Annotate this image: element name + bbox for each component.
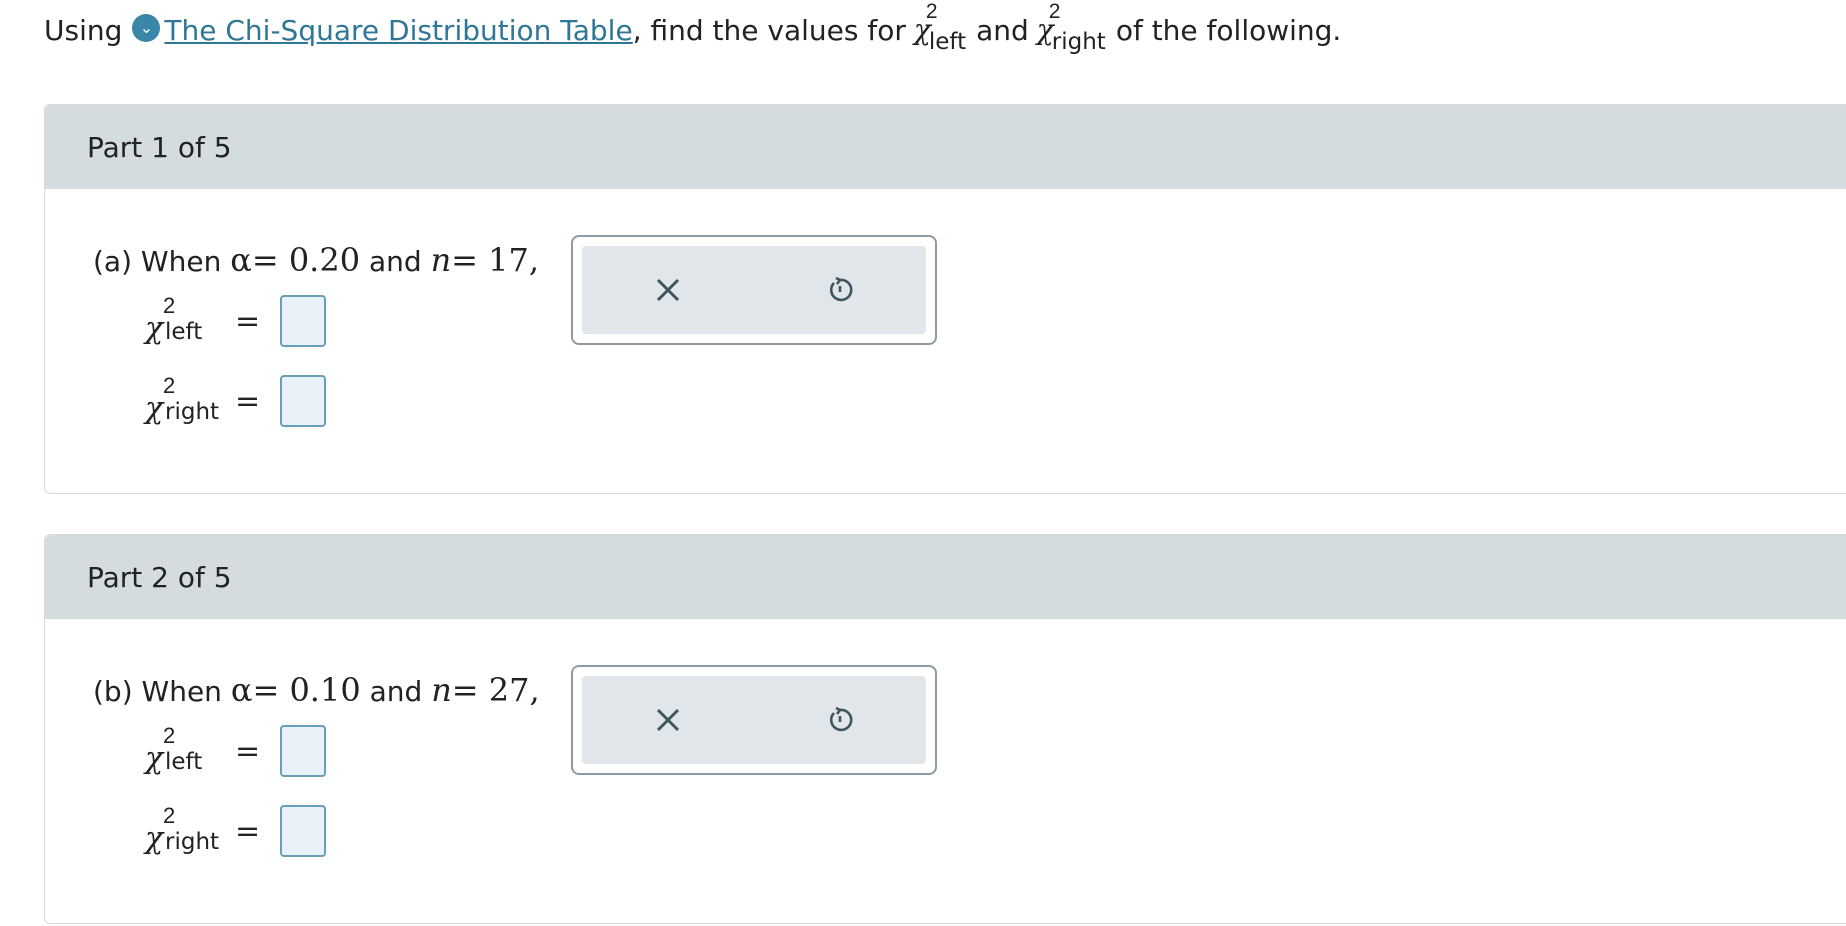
equals-sign: = xyxy=(235,733,261,769)
chi-right-symbol: χ 2 right xyxy=(1036,0,1106,55)
equals-sign: = xyxy=(235,303,261,339)
part-2-question: (b) When α= 0.10 and n= 27, xyxy=(93,671,540,709)
undo-icon xyxy=(829,276,853,302)
part-1-header: Part 1 of 5 xyxy=(45,105,1846,189)
chi-right-label: χ 2 right xyxy=(145,373,220,426)
chi-left-label: χ 2 left xyxy=(145,723,203,776)
instruction-suffix: of the following. xyxy=(1115,14,1342,47)
part-1-body: (a) When α= 0.20 and n= 17, χ 2 left = χ… xyxy=(45,189,1846,493)
close-icon xyxy=(656,708,680,732)
clear-button[interactable] xyxy=(638,690,698,750)
part-2-header: Part 2 of 5 xyxy=(45,535,1846,619)
undo-icon xyxy=(829,706,853,732)
expand-chevron-icon[interactable]: ⌄ xyxy=(132,14,161,42)
instruction-prefix: Using xyxy=(44,14,123,47)
chi-right-label: χ 2 right xyxy=(145,803,220,856)
equals-sign: = xyxy=(235,813,261,849)
clear-button[interactable] xyxy=(638,260,698,320)
part-1-chi-right-row: χ 2 right = xyxy=(145,373,327,429)
part-2-chi-left-input[interactable] xyxy=(280,725,327,777)
part-2-chi-left-row: χ 2 left = xyxy=(145,723,327,779)
instruction-text: Using ⌄ The Chi-Square Distribution Tabl… xyxy=(44,0,1342,55)
part-1-chi-right-input[interactable] xyxy=(280,375,327,427)
part-1-section: Part 1 of 5 (a) When α= 0.20 and n= 17, … xyxy=(44,104,1846,494)
part-2-chi-right-row: χ 2 right = xyxy=(145,803,327,859)
part-2-tool-panel xyxy=(571,665,937,775)
reset-button[interactable] xyxy=(810,690,870,750)
part-2-chi-right-input[interactable] xyxy=(280,805,327,857)
part-1-chi-left-input[interactable] xyxy=(280,295,327,347)
chi-left-symbol: χ 2 left xyxy=(913,0,967,55)
instruction-and: and xyxy=(976,14,1029,47)
instruction-middle: , find the values for xyxy=(632,14,906,47)
part-1-question: (a) When α= 0.20 and n= 17, xyxy=(93,241,540,279)
part-1-chi-left-row: χ 2 left = xyxy=(145,293,327,349)
chi-left-label: χ 2 left xyxy=(145,293,203,346)
part-1-tool-panel xyxy=(571,235,937,345)
reset-button[interactable] xyxy=(810,260,870,320)
part-2-body: (b) When α= 0.10 and n= 27, χ 2 left = χ… xyxy=(45,619,1846,923)
part-2-section: Part 2 of 5 (b) When α= 0.10 and n= 27, … xyxy=(44,534,1846,924)
chi-square-table-link[interactable]: The Chi-Square Distribution Table xyxy=(164,11,632,51)
equals-sign: = xyxy=(235,383,261,419)
close-icon xyxy=(656,278,680,302)
